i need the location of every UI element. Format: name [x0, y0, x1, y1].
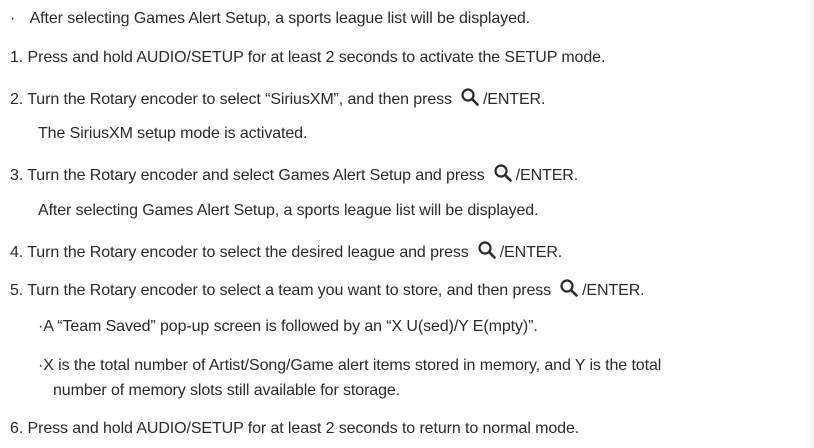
- step-6: 6. Press and hold AUDIO/SETUP for at lea…: [10, 419, 579, 439]
- step-3-note: After selecting Games Alert Setup, a spo…: [38, 201, 539, 221]
- step-5-bullet-1: ·A “Team Saved” pop-up screen is followe…: [38, 317, 538, 337]
- bullet-text: A “Team Saved” pop-up screen is followed…: [43, 318, 538, 335]
- step-text: Turn the Rotary encoder to select “Siriu…: [27, 91, 452, 108]
- magnifier-icon: [460, 87, 480, 107]
- step-text: Press and hold AUDIO/SETUP for at least …: [27, 420, 580, 437]
- step-number: 3.: [10, 167, 24, 184]
- bullet-text: X is the total number of Artist/Song/Gam…: [43, 357, 662, 374]
- step-3: 3. Turn the Rotary encoder and select Ga…: [10, 163, 578, 186]
- note-text: After selecting Games Alert Setup, a spo…: [38, 202, 539, 219]
- enter-label: /ENTER.: [582, 282, 645, 299]
- enter-label: /ENTER.: [515, 167, 579, 184]
- intro-text: After selecting Games Alert Setup, a spo…: [29, 10, 531, 27]
- step-number: 4.: [10, 244, 24, 261]
- step-2: 2. Turn the Rotary encoder to select “Si…: [10, 87, 545, 110]
- step-number: 1.: [10, 49, 24, 66]
- step-5: 5. Turn the Rotary encoder to select a t…: [10, 278, 645, 301]
- magnifier-icon: [559, 278, 579, 298]
- intro-bullet-line: · After selecting Games Alert Setup, a s…: [10, 9, 530, 29]
- enter-label: /ENTER.: [482, 91, 546, 108]
- step-text: Turn the Rotary encoder to select a team…: [27, 282, 552, 299]
- step-text: Press and hold AUDIO/SETUP for at least …: [27, 49, 606, 66]
- step-5-bullet-2: ·X is the total number of Artist/Song/Ga…: [38, 356, 661, 376]
- enter-label: /ENTER.: [499, 244, 563, 261]
- bullet-text: number of memory slots still available f…: [53, 382, 401, 399]
- step-number: 6.: [10, 420, 24, 437]
- step-5-bullet-2-continued: number of memory slots still available f…: [53, 381, 400, 401]
- magnifier-icon: [493, 163, 513, 183]
- bullet: ·: [10, 10, 16, 27]
- step-4: 4. Turn the Rotary encoder to select the…: [10, 240, 562, 263]
- note-text: The SiriusXM setup mode is activated.: [38, 125, 308, 142]
- magnifier-icon: [477, 240, 497, 260]
- step-2-note: The SiriusXM setup mode is activated.: [38, 124, 307, 144]
- page-edge-shadow: [804, 0, 814, 448]
- step-1: 1. Press and hold AUDIO/SETUP for at lea…: [10, 48, 605, 68]
- step-text: Turn the Rotary encoder and select Games…: [27, 167, 485, 184]
- step-text: Turn the Rotary encoder to select the de…: [27, 244, 469, 261]
- step-number: 2.: [10, 91, 24, 108]
- step-number: 5.: [10, 282, 24, 299]
